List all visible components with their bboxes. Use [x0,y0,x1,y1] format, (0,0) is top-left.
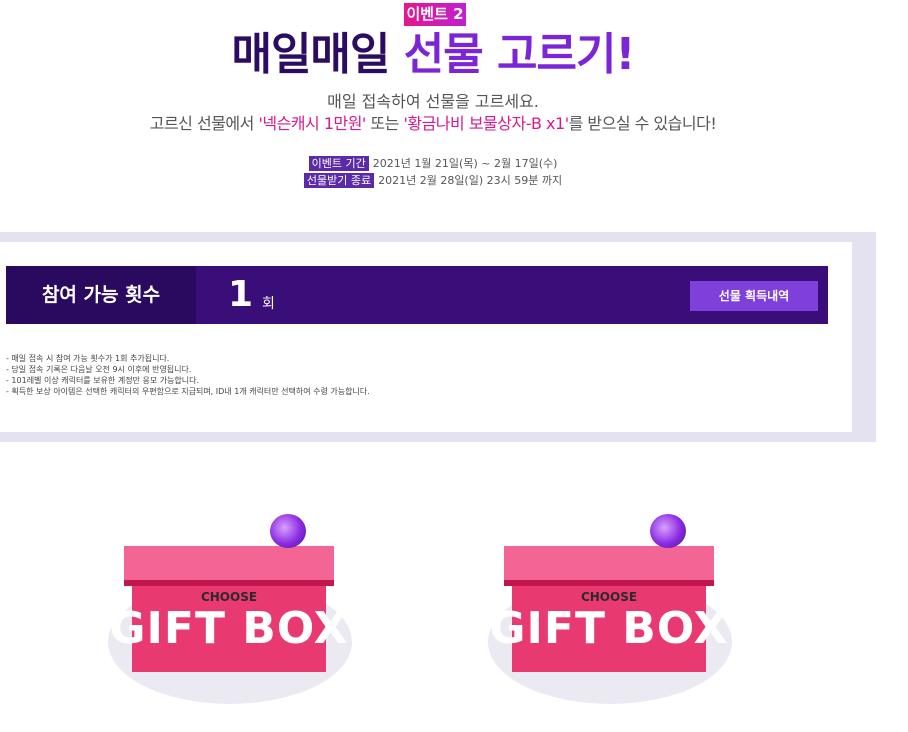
gift-end-label: 선물받기 종료 [303,173,375,188]
event-period-value: 2021년 1월 21일(목) ~ 2월 17일(수) [372,157,558,170]
reward-highlight-1: '넥슨캐시 1만원' [258,114,366,133]
participation-count: 1 [228,274,254,315]
subtitle-text-b: 또는 [365,114,404,133]
event-period-label: 이벤트 기간 [308,156,369,171]
gift-box-text: GIFT BOX [489,603,729,654]
subtitle-text-a: 고르신 선물에서 [149,114,259,133]
gift-end-period: 선물받기 종료 2021년 2월 28일(일) 23시 59분 까지 [0,172,866,188]
note-item: - 매일 접속 시 참여 가능 횟수가 1회 추가됩니다. [6,354,170,363]
gift-choose-text: CHOOSE [580,590,638,604]
bow-icon [270,514,306,548]
participation-unit: 회 [262,296,275,312]
event-period: 이벤트 기간 2021년 1월 21일(목) ~ 2월 17일(수) [0,155,866,171]
gift-box-2[interactable]: CHOOSE GIFT BOX [482,510,742,710]
reward-highlight-2: '황금나비 보물상자-B x1' [403,114,569,133]
title-part2: 선물 고르기! [403,29,636,80]
subtitle-line2: 고르신 선물에서 '넥슨캐시 1만원' 또는 '황금나비 보물상자-B x1'를… [0,110,866,134]
subtitle-text-c: 를 받으실 수 있습니다! [568,114,717,133]
notes-list: - 매일 접속 시 참여 가능 횟수가 1회 추가됩니다. - 당일 접속 기록… [6,353,370,397]
note-item: - 획득한 보상 아이템은 선택한 캐릭터의 우편함으로 지급되며, ID내 1… [6,387,370,396]
participation-bar: 참여 가능 횟수 1 회 선물 획득내역 [6,266,828,324]
participation-panel: 참여 가능 횟수 1 회 선물 획득내역 - 매일 접속 시 참여 가능 횟수가… [0,232,876,442]
participation-panel-inner: 참여 가능 횟수 1 회 선물 획득내역 - 매일 접속 시 참여 가능 횟수가… [0,242,852,432]
title-part1: 매일매일 [231,29,390,80]
note-item: - 당일 접속 기록은 다음날 오전 9시 이후에 반영됩니다. [6,365,192,374]
gift-choose-text: CHOOSE [200,590,258,604]
gift-box-lid [124,546,334,586]
event-badge: 이벤트 2 [404,3,466,26]
gift-end-value: 2021년 2월 28일(일) 23시 59분 까지 [378,174,563,187]
gift-box-lid [504,546,714,586]
page-title: 매일매일 선물 고르기! [0,26,866,84]
bow-icon [650,514,686,548]
subtitle-line1: 매일 접속하여 선물을 고르세요. [327,92,539,111]
gift-box-text: GIFT BOX [109,603,349,654]
gift-history-button[interactable]: 선물 획득내역 [690,281,818,311]
gift-box-1[interactable]: CHOOSE GIFT BOX [102,510,362,710]
note-item: - 101레벨 이상 캐릭터를 보유한 계정만 응모 가능합니다. [6,376,200,385]
participation-label: 참여 가능 횟수 [6,266,196,324]
